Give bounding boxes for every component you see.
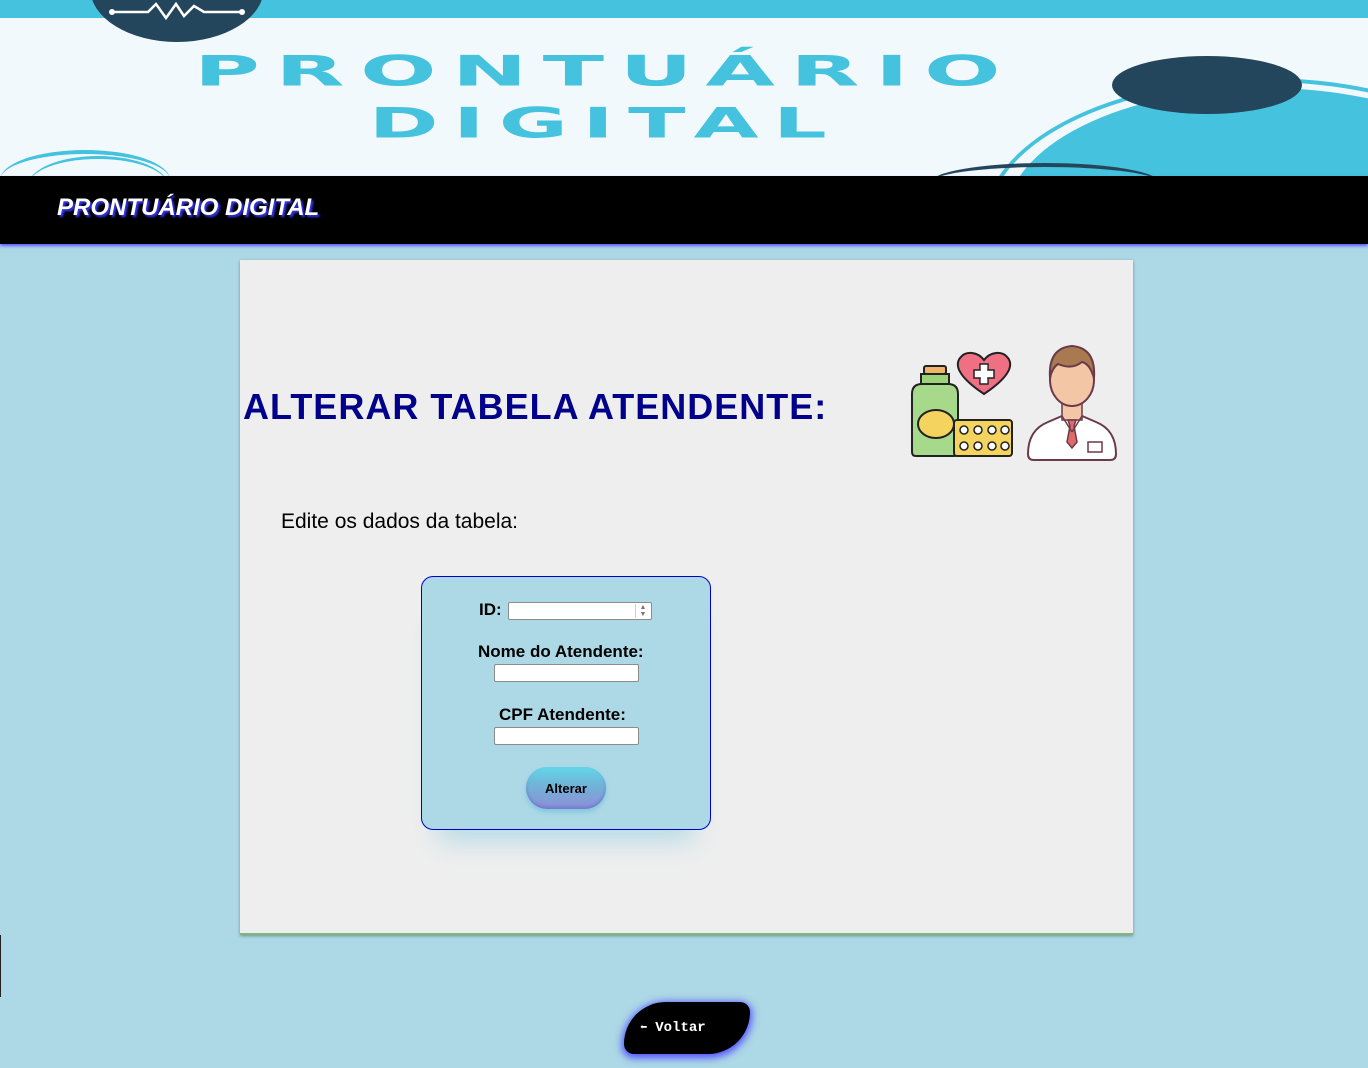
id-input[interactable]: ▲ ▼ <box>508 602 652 620</box>
main-card: ALTERAR TABELA ATENDENTE: Edite os dados… <box>240 260 1133 935</box>
alterar-button[interactable]: Alterar <box>526 767 606 809</box>
heartbeat-logo-icon <box>90 0 264 42</box>
medicine-icon <box>908 346 1018 465</box>
banner-title-line1: PRONTUÁRIO <box>193 46 1016 96</box>
number-spinner-icon[interactable]: ▲ ▼ <box>635 604 650 618</box>
edit-attendant-form: ID: ▲ ▼ Nome do Atendente: CPF Atendente:… <box>421 576 711 830</box>
back-arrow-icon: ⬅ <box>640 1021 648 1035</box>
form-instructions: Edite os dados da tabela: <box>281 510 519 533</box>
doctor-icon <box>1024 342 1120 467</box>
attendant-name-label: Nome do Atendente: <box>478 642 644 661</box>
attendant-cpf-label: CPF Atendente: <box>499 705 626 724</box>
page-title: ALTERAR TABELA ATENDENTE: <box>243 386 828 427</box>
back-button-label: Voltar <box>655 1020 706 1036</box>
navbar-brand[interactable]: PRONTUÁRIO DIGITAL <box>57 194 319 222</box>
id-label: ID: <box>479 600 502 619</box>
banner-title: PRONTUÁRIO DIGITAL <box>0 46 1210 148</box>
attendant-name-input[interactable] <box>494 664 639 682</box>
back-button[interactable]: ⬅ Voltar <box>624 1002 750 1054</box>
page-edge-line <box>0 935 1 997</box>
header-banner: PRONTUÁRIO DIGITAL <box>0 0 1368 176</box>
attendant-cpf-input[interactable] <box>494 727 639 745</box>
banner-title-line2: DIGITAL <box>368 98 842 148</box>
navbar: PRONTUÁRIO DIGITAL <box>0 176 1368 244</box>
